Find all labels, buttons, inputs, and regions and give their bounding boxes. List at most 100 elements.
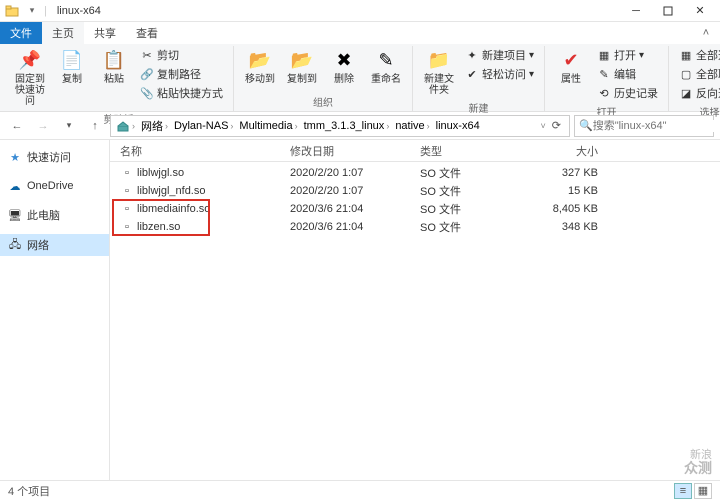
- file-icon: ▫: [120, 202, 134, 216]
- group-new: 📁新建文件夹 ✦新建项目 ▾ ✔轻松访问 ▾ 新建: [413, 46, 545, 111]
- refresh-button[interactable]: ˅⟳: [535, 119, 567, 132]
- folder-icon: [4, 3, 20, 19]
- nav-up-button[interactable]: ↑: [84, 115, 106, 137]
- cloud-icon: ☁: [8, 179, 22, 193]
- col-name[interactable]: 名称: [114, 143, 284, 159]
- view-details-button[interactable]: ≡: [674, 483, 692, 499]
- rename-button[interactable]: ✎重命名: [366, 46, 406, 87]
- selectnone-button[interactable]: ▢全部取消: [675, 65, 720, 83]
- history-button[interactable]: ⟲历史记录: [593, 84, 662, 102]
- file-icon: ▫: [120, 166, 134, 180]
- star-icon: ★: [8, 150, 22, 164]
- properties-icon: ✔: [559, 48, 583, 72]
- selectall-button[interactable]: ▦全部选择: [675, 46, 720, 64]
- invert-button[interactable]: ◪反向选择: [675, 84, 720, 102]
- sidebar-item-onedrive[interactable]: ☁OneDrive: [0, 176, 109, 196]
- invert-icon: ◪: [679, 86, 693, 100]
- edit-button[interactable]: ✎编辑: [593, 65, 662, 83]
- breadcrumb[interactable]: › 网络› Dylan-NAS› Multimedia› tmm_3.1.3_l…: [110, 115, 570, 137]
- easyaccess-icon: ✔: [465, 67, 479, 81]
- copy-icon: 📄: [60, 48, 84, 72]
- pin-icon: 📌: [18, 48, 42, 72]
- close-button[interactable]: ✕: [684, 0, 716, 22]
- copypath-icon: 🔗: [140, 67, 154, 81]
- cut-button[interactable]: ✂剪切: [136, 46, 227, 64]
- ribbon-tabs: 文件 主页 共享 查看 ˄: [0, 22, 720, 44]
- content-pane: 名称 修改日期 类型 大小 ▫liblwjgl.so 2020/2/20 1:0…: [110, 140, 720, 480]
- paste-button[interactable]: 📋粘贴: [94, 46, 134, 87]
- nav-recent-button[interactable]: ▾: [58, 115, 80, 137]
- newitem-button[interactable]: ✦新建项目 ▾: [461, 46, 538, 64]
- breadcrumb-seg-0[interactable]: 网络›: [138, 118, 171, 134]
- group-organize: 📂移动到 📂复制到 ✖删除 ✎重命名 组织: [234, 46, 413, 111]
- file-row[interactable]: ▫liblwjgl.so 2020/2/20 1:07 SO 文件 327 KB: [114, 164, 716, 182]
- file-row[interactable]: ▫libzen.so 2020/3/6 21:04 SO 文件 348 KB: [114, 218, 716, 236]
- copyto-button[interactable]: 📂复制到: [282, 46, 322, 87]
- sidebar-item-thispc[interactable]: 🖥此电脑: [0, 204, 109, 226]
- breadcrumb-seg-4[interactable]: native›: [392, 120, 432, 132]
- window-title: linux-x64: [57, 5, 101, 17]
- qat-separator: |: [44, 5, 47, 17]
- nav-back-button[interactable]: ←: [6, 115, 28, 137]
- newitem-icon: ✦: [465, 48, 479, 62]
- status-count: 4 个项目: [8, 483, 50, 499]
- breadcrumb-seg-3[interactable]: tmm_3.1.3_linux›: [301, 120, 393, 132]
- properties-button[interactable]: ✔属性: [551, 46, 591, 87]
- tab-share[interactable]: 共享: [84, 22, 126, 44]
- open-button[interactable]: ▦打开 ▾: [593, 46, 662, 64]
- file-icon: ▫: [120, 220, 134, 234]
- col-type[interactable]: 类型: [414, 143, 524, 159]
- delete-icon: ✖: [332, 48, 356, 72]
- title-bar: ▾ | linux-x64 ─ ✕: [0, 0, 720, 22]
- sidebar-item-quickaccess[interactable]: ★快速访问: [0, 146, 109, 168]
- breadcrumb-seg-1[interactable]: Dylan-NAS›: [171, 120, 236, 132]
- breadcrumb-seg-5[interactable]: linux-x64: [433, 120, 483, 132]
- copy-button[interactable]: 📄复制: [52, 46, 92, 87]
- pasteshortcut-button[interactable]: 📎粘贴快捷方式: [136, 84, 227, 102]
- delete-button[interactable]: ✖删除: [324, 46, 364, 87]
- file-icon: ▫: [120, 184, 134, 198]
- breadcrumb-root-icon[interactable]: ›: [113, 119, 138, 133]
- file-row[interactable]: ▫liblwjgl_nfd.so 2020/2/20 1:07 SO 文件 15…: [114, 182, 716, 200]
- search-icon: 🔍: [579, 119, 593, 132]
- tab-home[interactable]: 主页: [42, 22, 84, 44]
- view-icons-button[interactable]: ▦: [694, 483, 712, 499]
- breadcrumb-seg-2[interactable]: Multimedia›: [236, 120, 300, 132]
- maximize-button[interactable]: [652, 0, 684, 22]
- status-bar: 4 个项目 ≡ ▦: [0, 480, 720, 500]
- tab-file[interactable]: 文件: [0, 22, 42, 44]
- group-organize-label: 组织: [313, 92, 333, 111]
- file-row[interactable]: ▫libmediainfo.so 2020/3/6 21:04 SO 文件 8,…: [114, 200, 716, 218]
- group-clipboard: 📌固定到快速访问 📄复制 📋粘贴 ✂剪切 🔗复制路径 📎粘贴快捷方式 剪贴板: [4, 46, 234, 111]
- edit-icon: ✎: [597, 67, 611, 81]
- ribbon-collapse-icon[interactable]: ˄: [692, 22, 720, 44]
- pin-button[interactable]: 📌固定到快速访问: [10, 46, 50, 109]
- nav-forward-button[interactable]: →: [32, 115, 54, 137]
- history-icon: ⟲: [597, 86, 611, 100]
- column-headers[interactable]: 名称 修改日期 类型 大小: [110, 140, 720, 162]
- moveto-button[interactable]: 📂移动到: [240, 46, 280, 87]
- minimize-button[interactable]: ─: [620, 0, 652, 22]
- watermark: 新浪 众测: [684, 449, 712, 476]
- rename-icon: ✎: [374, 48, 398, 72]
- newfolder-icon: 📁: [427, 48, 451, 72]
- sidebar-item-network[interactable]: 🖧网络: [0, 234, 109, 256]
- col-date[interactable]: 修改日期: [284, 143, 414, 159]
- newfolder-button[interactable]: 📁新建文件夹: [419, 46, 459, 98]
- copypath-button[interactable]: 🔗复制路径: [136, 65, 227, 83]
- ribbon: 📌固定到快速访问 📄复制 📋粘贴 ✂剪切 🔗复制路径 📎粘贴快捷方式 剪贴板 📂…: [0, 44, 720, 112]
- file-list[interactable]: ▫liblwjgl.so 2020/2/20 1:07 SO 文件 327 KB…: [110, 162, 720, 480]
- pc-icon: 🖥: [8, 208, 22, 222]
- col-size[interactable]: 大小: [524, 143, 604, 159]
- network-icon: 🖧: [8, 238, 22, 252]
- selectall-icon: ▦: [679, 48, 693, 62]
- easyaccess-button[interactable]: ✔轻松访问 ▾: [461, 65, 538, 83]
- paste-icon: 📋: [102, 48, 126, 72]
- search-box[interactable]: 🔍: [574, 115, 714, 137]
- search-input[interactable]: [593, 120, 720, 132]
- qat-dropdown-icon[interactable]: ▾: [24, 3, 40, 19]
- tab-view[interactable]: 查看: [126, 22, 168, 44]
- sidebar: ★快速访问 ☁OneDrive 🖥此电脑 🖧网络: [0, 140, 110, 480]
- group-open: ✔属性 ▦打开 ▾ ✎编辑 ⟲历史记录 打开: [545, 46, 669, 111]
- copyto-icon: 📂: [290, 48, 314, 72]
